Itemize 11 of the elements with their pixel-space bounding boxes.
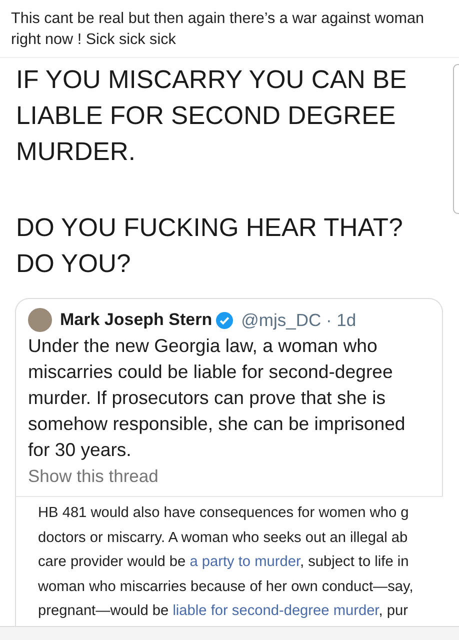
tweet-text: Under the new Georgia law, a woman who miscarries could be liable for second-degree murder. If prosecutors can prove that she is somehow responsible, she can be imprisoned for 30 years.	[28, 334, 406, 462]
headline-text: IF YOU MISCARRY YOU CAN BE LIABLE FOR SECOND DEGREE MURDER.	[15, 65, 408, 168]
article-link[interactable]: a party to murder	[190, 554, 300, 570]
avatar	[28, 308, 52, 332]
author-name[interactable]: Mark Joseph Stern	[60, 307, 212, 333]
post-caption: This cant be real but then again there’s a war against woman right now ! Sick sick sick	[10, 9, 425, 50]
article-link[interactable]: liable for second-degree murder	[172, 603, 379, 620]
article-text: HB 481 would also have consequences for women who g doctors or miscarry. A woman who seeks out an illegal ab care provider would be a party to murder, subject to life in woman who miscarries because of her own conduct—say, pregnant—would be liable for second-degree murder, pur	[38, 504, 414, 622]
headline-text: DO YOU FUCKING HEAR THAT? DO YOU?	[15, 213, 404, 280]
tweet-handle-time: @mjs_DC · 1d	[241, 309, 356, 332]
show-thread-link[interactable]: Show this thread	[28, 463, 158, 490]
